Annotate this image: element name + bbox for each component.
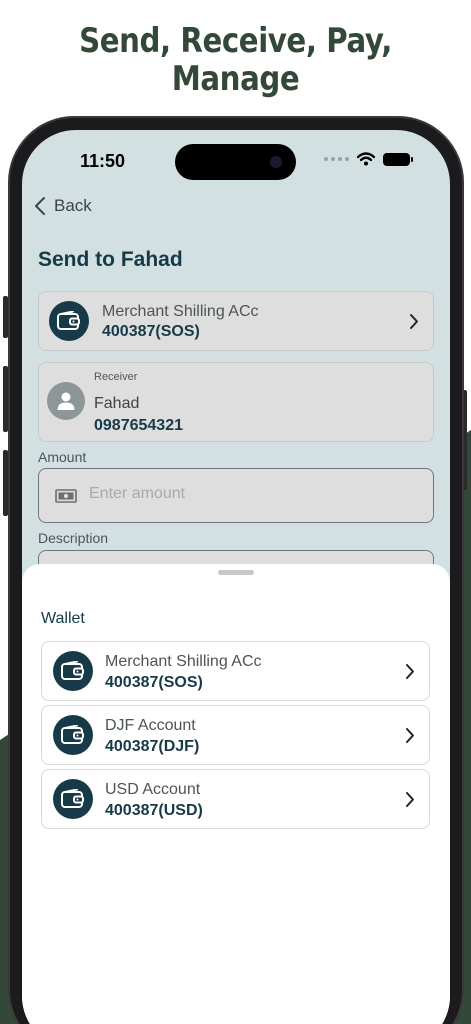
- source-account-card[interactable]: Merchant Shilling ACc 400387(SOS): [38, 291, 434, 351]
- amount-input[interactable]: [89, 485, 409, 503]
- chevron-right-icon: [406, 664, 414, 679]
- headline: Send, Receive, Pay, Manage: [33, 22, 438, 98]
- receiver-label: Receiver: [94, 371, 138, 383]
- phone-screen: 11:50 Back Send to Fahad Merchant Shilli…: [22, 130, 450, 1024]
- receiver-card: Receiver Fahad 0987654321: [38, 362, 434, 442]
- wallet-icon: [53, 779, 93, 819]
- back-button[interactable]: Back: [34, 196, 92, 216]
- back-label: Back: [54, 196, 92, 215]
- wallet-account-item[interactable]: Merchant Shilling ACc 400387(SOS): [41, 641, 430, 701]
- amount-label: Amount: [38, 449, 87, 465]
- wallet-account-item[interactable]: USD Account 400387(USD): [41, 769, 430, 829]
- account-number: 400387(SOS): [102, 323, 200, 340]
- wallet-sheet-title: Wallet: [41, 610, 85, 627]
- chevron-right-icon: [406, 792, 414, 807]
- account-name: Merchant Shilling ACc: [105, 653, 262, 670]
- camera-icon: [270, 156, 282, 168]
- chevron-left-icon: [35, 197, 45, 215]
- dynamic-island: [175, 144, 296, 180]
- chevron-right-icon: [410, 314, 418, 329]
- wallet-icon: [53, 651, 93, 691]
- account-number: 400387(USD): [105, 802, 203, 819]
- receiver-name: Fahad: [94, 395, 140, 412]
- wallet-account-item[interactable]: DJF Account 400387(DJF): [41, 705, 430, 765]
- page-title: Send to Fahad: [38, 248, 183, 271]
- chevron-right-icon: [406, 728, 414, 743]
- sheet-handle[interactable]: [218, 570, 254, 575]
- battery-icon: [383, 152, 413, 166]
- wifi-icon: [357, 152, 375, 166]
- account-name: DJF Account: [105, 717, 196, 734]
- account-number: 400387(SOS): [105, 674, 203, 691]
- wallet-icon: [49, 301, 89, 341]
- wallet-icon: [53, 715, 93, 755]
- amount-field[interactable]: [38, 468, 434, 523]
- account-number: 400387(DJF): [105, 738, 200, 755]
- status-time: 11:50: [80, 151, 126, 171]
- cash-icon: [55, 489, 77, 503]
- account-name: USD Account: [105, 781, 201, 798]
- signal-icon: [324, 157, 349, 161]
- headline-line-1: Send, Receive, Pay,: [79, 21, 392, 61]
- account-name: Merchant Shilling ACc: [102, 303, 259, 320]
- wallet-bottom-sheet: Wallet Merchant Shilling ACc 400387(SOS): [22, 564, 450, 1024]
- headline-line-2: Manage: [171, 59, 300, 99]
- user-icon: [47, 382, 85, 420]
- description-label: Description: [38, 530, 109, 546]
- status-icons: [324, 152, 413, 166]
- receiver-phone: 0987654321: [94, 417, 183, 434]
